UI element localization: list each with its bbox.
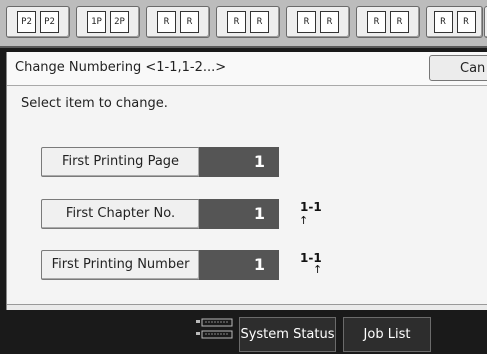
first-chapter-no-button[interactable]: First Chapter No.: [41, 199, 200, 229]
first-printing-number-button[interactable]: First Printing Number: [41, 250, 200, 280]
first-printing-number-value: 1: [199, 250, 279, 280]
instruction-text: Select item to change.: [21, 96, 168, 111]
page-r-icon: R: [180, 11, 199, 33]
page-p2-icon: P2: [17, 11, 36, 33]
page-r-icon: R: [456, 11, 476, 33]
page-r-icon: R: [227, 11, 246, 33]
first-chapter-no-value: 1: [199, 199, 279, 229]
pattern-button-2[interactable]: 1P 2P: [76, 6, 140, 38]
page-p2-icon: P2: [40, 11, 59, 33]
first-printing-page-value: 1: [199, 147, 279, 177]
dialog-title: Change Numbering <1-1,1-2...>: [15, 60, 227, 75]
pattern-button-7[interactable]: R R: [426, 6, 483, 38]
pattern-button-6[interactable]: R R: [356, 6, 420, 38]
page-r-icon: R: [433, 11, 453, 33]
page-r-icon: R: [250, 11, 269, 33]
pattern-button-5[interactable]: R R: [286, 6, 350, 38]
first-printing-number-row: First Printing Number 1: [41, 250, 281, 280]
memory-icon: [196, 318, 233, 339]
cancel-button[interactable]: Can: [429, 55, 487, 81]
chapter-numbering-mark: 1-1: [300, 200, 322, 214]
first-chapter-no-row: First Chapter No. 1: [41, 199, 281, 229]
numbering-pattern-toolbar: P2 P2 1P 2P R R R R R R R R R R: [0, 0, 487, 48]
pattern-button-4[interactable]: R R: [216, 6, 280, 38]
system-status-button[interactable]: System Status: [239, 317, 336, 352]
page-r-icon: R: [390, 11, 409, 33]
first-printing-page-row: First Printing Page 1: [41, 147, 281, 177]
page-p1-icon: 1P: [87, 11, 106, 33]
pattern-button-3[interactable]: R R: [146, 6, 210, 38]
change-numbering-panel: Change Numbering <1-1,1-2...> Can Select…: [6, 52, 487, 311]
up-arrow-icon: ↑: [299, 214, 309, 227]
up-arrow-icon: ↑: [313, 263, 323, 276]
page-p2-icon: 2P: [110, 11, 129, 33]
pattern-button-1[interactable]: P2 P2: [6, 6, 70, 38]
job-list-button[interactable]: Job List: [343, 317, 431, 352]
page-r-icon: R: [320, 11, 339, 33]
page-r-icon: R: [157, 11, 176, 33]
page-r-icon: R: [367, 11, 386, 33]
first-printing-page-button[interactable]: First Printing Page: [41, 147, 200, 177]
dialog-titlebar: Change Numbering <1-1,1-2...> Can: [7, 52, 487, 86]
page-r-icon: R: [297, 11, 316, 33]
